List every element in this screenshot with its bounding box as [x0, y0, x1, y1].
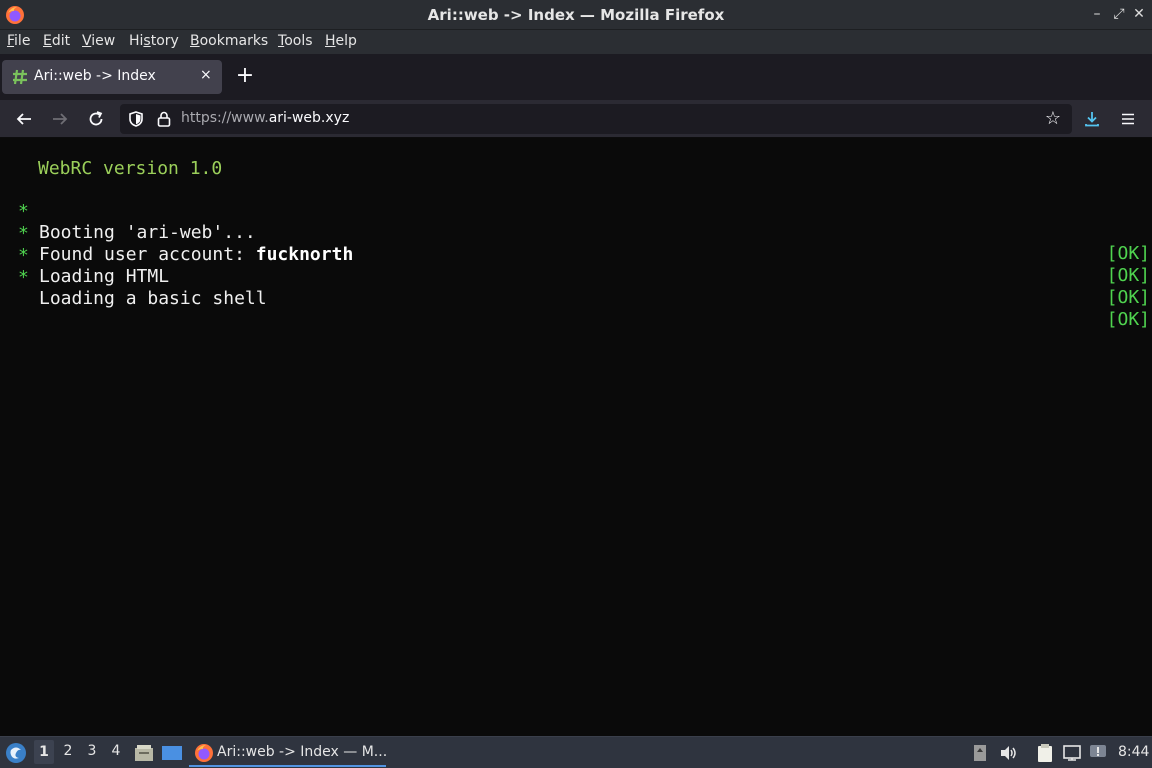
network-icon[interactable]	[1062, 743, 1082, 763]
reload-icon	[89, 111, 103, 126]
menu-help[interactable]: Help	[325, 33, 357, 49]
shield-icon[interactable]	[127, 110, 145, 128]
workspace-4[interactable]: 4	[106, 743, 126, 759]
page-content: WebRC version 1.0 * Booting 'ari-web'...…	[0, 139, 1152, 735]
clipboard-icon[interactable]	[1035, 743, 1055, 763]
navigation-bar: https://www.ari-web.xyz ☆	[0, 100, 1152, 138]
lock-icon[interactable]	[155, 110, 173, 128]
bookmark-star-icon[interactable]: ☆	[1042, 108, 1064, 130]
window-title: Ari::web -> Index — Mozilla Firefox	[427, 6, 725, 24]
show-desktop-icon[interactable]	[161, 742, 183, 764]
menu-file[interactable]: File	[7, 33, 30, 49]
menu-history[interactable]: History	[129, 33, 179, 49]
forward-button[interactable]	[48, 107, 72, 131]
menu-view[interactable]: View	[82, 33, 115, 49]
task-label: Ari::web -> Index — M...	[217, 744, 388, 760]
tab-ari-web[interactable]: Ari::web -> Index ×	[2, 60, 222, 94]
arrow-right-icon	[53, 113, 68, 125]
volume-icon[interactable]	[998, 743, 1018, 763]
window-titlebar: Ari::web -> Index — Mozilla Firefox – ⤢ …	[0, 0, 1152, 30]
storage-icon[interactable]	[970, 743, 990, 763]
firefox-icon	[195, 744, 213, 762]
boot-line: * Loading HTML [OK]	[0, 224, 1152, 308]
downloads-button[interactable]	[1080, 107, 1104, 131]
notification-icon[interactable]	[1088, 743, 1108, 763]
workspace-1[interactable]: 1	[34, 740, 54, 764]
url-text[interactable]: https://www.ari-web.xyz	[181, 110, 349, 126]
close-icon[interactable]: ✕	[1130, 5, 1148, 23]
line-text: Loading a basic shell	[39, 288, 267, 309]
status-ok: [OK]	[1106, 265, 1150, 286]
back-button[interactable]	[12, 107, 36, 131]
file-manager-icon[interactable]	[133, 742, 155, 764]
clock: 8:44	[1118, 744, 1150, 760]
status-ok: [OK]	[1106, 309, 1150, 330]
hash-favicon-icon	[13, 69, 27, 85]
reload-button[interactable]	[84, 107, 108, 131]
tab-strip: Ari::web -> Index × +	[0, 54, 1152, 100]
url-prefix: https://www.	[181, 110, 269, 126]
status-ok: [OK]	[1106, 287, 1150, 308]
workspace-3[interactable]: 3	[82, 743, 102, 759]
line-text: Loading HTML	[39, 266, 170, 287]
menu-edit[interactable]: Edit	[43, 33, 70, 49]
workspace-2[interactable]: 2	[58, 743, 78, 759]
menu-bookmarks[interactable]: Bookmarks	[190, 33, 268, 49]
boot-line: * Found user account: fucknorth [OK]	[0, 202, 1152, 286]
url-host: ari-web.xyz	[268, 110, 350, 126]
hamburger-menu-icon	[1122, 113, 1134, 125]
taskbar: 1 2 3 4 Ari::web -> Index — M... 8:44	[0, 736, 1152, 768]
tab-label: Ari::web -> Index	[34, 68, 156, 84]
task-firefox[interactable]: Ari::web -> Index — M...	[189, 739, 388, 767]
boot-line: * Loading a basic shell [OK]	[0, 246, 1152, 330]
arrow-left-icon	[16, 113, 31, 125]
url-bar[interactable]: https://www.ari-web.xyz ☆	[120, 104, 1072, 134]
version-line: WebRC version 1.0	[38, 158, 223, 179]
tab-close-icon[interactable]: ×	[200, 67, 212, 83]
line-bullet: *	[18, 267, 29, 288]
minimize-icon[interactable]: –	[1088, 5, 1106, 23]
menu-tools[interactable]: Tools	[278, 33, 313, 49]
start-menu-icon[interactable]	[4, 741, 28, 765]
download-icon	[1085, 112, 1099, 127]
menu-bar: File Edit View History Bookmarks Tools H…	[0, 30, 1152, 54]
app-menu-button[interactable]	[1116, 107, 1140, 131]
boot-line: * Booting 'ari-web'... [OK]	[0, 180, 1152, 264]
maximize-icon[interactable]: ⤢	[1110, 5, 1128, 23]
new-tab-button[interactable]: +	[233, 64, 257, 88]
